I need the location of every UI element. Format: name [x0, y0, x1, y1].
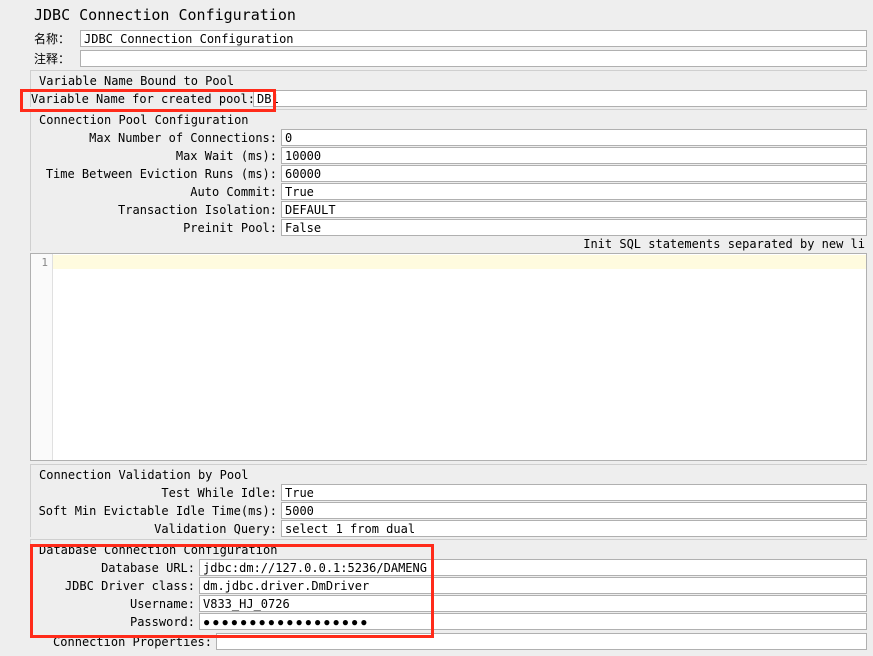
password-label: Password: — [31, 615, 199, 629]
section-variable-name-title: Variable Name Bound to Pool — [31, 72, 867, 90]
comment-input[interactable] — [80, 50, 867, 67]
var-name-row: Variable Name for created pool: — [31, 90, 867, 107]
name-label: 名称： — [34, 30, 80, 47]
comment-label: 注释： — [34, 50, 80, 67]
preinit-label: Preinit Pool: — [31, 221, 281, 235]
section-validation-title: Connection Validation by Pool — [31, 466, 867, 484]
driver-input[interactable] — [199, 577, 867, 594]
init-sql-editor[interactable]: 1 — [30, 253, 867, 461]
evict-input[interactable] — [281, 165, 867, 182]
section-conn-props: Connection Properties: — [30, 632, 867, 650]
section-conn-pool: Connection Pool Configuration Max Number… — [30, 109, 867, 251]
name-row: 名称： — [6, 30, 867, 47]
comment-row: 注释： — [6, 50, 867, 67]
val-query-input[interactable] — [281, 520, 867, 537]
init-sql-hint: Init SQL statements separated by new li — [31, 237, 867, 251]
editor-gutter: 1 — [31, 254, 53, 460]
section-validation: Connection Validation by Pool Test While… — [30, 464, 867, 537]
editor-line-number: 1 — [41, 256, 48, 269]
driver-label: JDBC Driver class: — [31, 579, 199, 593]
preinit-input[interactable] — [281, 219, 867, 236]
db-url-label: Database URL: — [31, 561, 199, 575]
conn-props-input[interactable] — [216, 633, 867, 650]
max-wait-input[interactable] — [281, 147, 867, 164]
section-variable-name: Variable Name Bound to Pool Variable Nam… — [30, 70, 867, 107]
test-idle-input[interactable] — [281, 484, 867, 501]
max-wait-label: Max Wait (ms): — [31, 149, 281, 163]
tx-iso-label: Transaction Isolation: — [31, 203, 281, 217]
auto-commit-input[interactable] — [281, 183, 867, 200]
section-conn-pool-title: Connection Pool Configuration — [31, 111, 867, 129]
var-name-input[interactable] — [253, 90, 867, 107]
soft-min-label: Soft Min Evictable Idle Time(ms): — [31, 504, 281, 518]
conn-props-label: Connection Properties: — [30, 635, 216, 649]
tx-iso-input[interactable] — [281, 201, 867, 218]
jdbc-config-panel: JDBC Connection Configuration 名称： 注释： Va… — [0, 0, 873, 650]
password-input[interactable] — [199, 613, 867, 630]
var-name-label: Variable Name for created pool: — [31, 92, 253, 106]
editor-current-line[interactable] — [53, 255, 866, 269]
evict-label: Time Between Eviction Runs (ms): — [31, 167, 281, 181]
name-input[interactable] — [80, 30, 867, 47]
panel-title: JDBC Connection Configuration — [6, 4, 867, 30]
soft-min-input[interactable] — [281, 502, 867, 519]
section-db-conn-title: Database Connection Configuration — [31, 541, 867, 559]
section-db-conn: Database Connection Configuration Databa… — [30, 539, 867, 630]
val-query-label: Validation Query: — [31, 522, 281, 536]
auto-commit-label: Auto Commit: — [31, 185, 281, 199]
username-label: Username: — [31, 597, 199, 611]
test-idle-label: Test While Idle: — [31, 486, 281, 500]
max-conn-label: Max Number of Connections: — [31, 131, 281, 145]
username-input[interactable] — [199, 595, 867, 612]
db-url-input[interactable] — [199, 559, 867, 576]
max-conn-input[interactable] — [281, 129, 867, 146]
